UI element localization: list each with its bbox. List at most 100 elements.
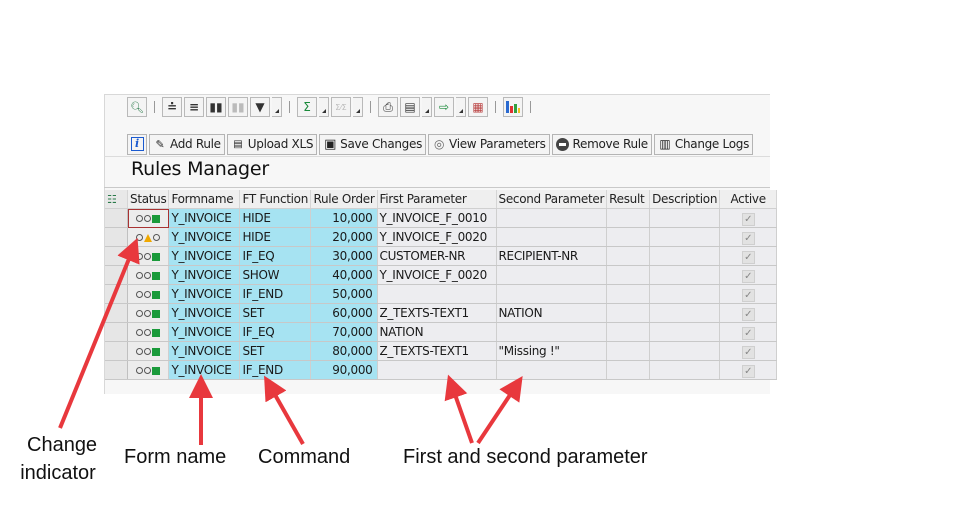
details-button[interactable]: 🔍︎ bbox=[127, 97, 147, 117]
second-parameter-cell[interactable]: RECIPIENT-NR bbox=[496, 246, 608, 266]
active-checkbox[interactable]: ✓ bbox=[741, 212, 755, 226]
rule-order-cell[interactable]: 30,000 bbox=[310, 246, 378, 266]
find-next-button[interactable]: ▮▮ bbox=[228, 97, 248, 117]
formname-cell[interactable]: Y_INVOICE bbox=[168, 208, 241, 228]
first-parameter-cell[interactable]: Y_INVOICE_F_0020 bbox=[377, 265, 497, 285]
col-status[interactable]: Status bbox=[127, 190, 170, 209]
second-parameter-cell[interactable] bbox=[496, 322, 608, 342]
rule-order-cell[interactable]: 90,000 bbox=[310, 360, 378, 380]
formname-cell[interactable]: Y_INVOICE bbox=[168, 360, 241, 380]
second-parameter-cell[interactable] bbox=[496, 265, 608, 285]
second-parameter-cell[interactable]: NATION bbox=[496, 303, 608, 323]
graphic-button[interactable] bbox=[503, 97, 523, 117]
sort-descending-button[interactable]: ≡ bbox=[184, 97, 204, 117]
second-parameter-cell[interactable]: "Missing !" bbox=[496, 341, 608, 361]
active-checkbox[interactable]: ✓ bbox=[741, 269, 755, 283]
formname-cell[interactable]: Y_INVOICE bbox=[168, 265, 241, 285]
sum-dropdown[interactable] bbox=[319, 97, 329, 117]
active-checkbox[interactable]: ✓ bbox=[741, 345, 755, 359]
col-rule-order[interactable]: Rule Order bbox=[310, 190, 378, 209]
description-cell[interactable] bbox=[649, 265, 721, 285]
rule-order-cell[interactable]: 20,000 bbox=[310, 227, 378, 247]
filter-button[interactable]: ▼ bbox=[250, 97, 270, 117]
layout-button[interactable]: ▦ bbox=[468, 97, 488, 117]
result-cell[interactable] bbox=[606, 265, 651, 285]
description-cell[interactable] bbox=[649, 360, 721, 380]
table-row[interactable]: Y_INVOICE IF_EQ 30,000 CUSTOMER-NR RECIPIENT… bbox=[105, 246, 778, 266]
view-parameters-button[interactable]: ◎ View Parameters bbox=[428, 133, 550, 155]
rule-order-cell[interactable]: 40,000 bbox=[310, 265, 378, 285]
formname-cell[interactable]: Y_INVOICE bbox=[168, 303, 241, 323]
result-cell[interactable] bbox=[606, 246, 651, 266]
rule-order-cell[interactable]: 60,000 bbox=[310, 303, 378, 323]
formname-cell[interactable]: Y_INVOICE bbox=[168, 322, 241, 342]
filter-dropdown[interactable] bbox=[272, 97, 282, 117]
table-row[interactable]: Y_INVOICE IF_END 50,000 ✓ bbox=[105, 284, 778, 304]
function-cell[interactable]: IF_END bbox=[239, 284, 312, 304]
first-parameter-cell[interactable]: Y_INVOICE_F_0020 bbox=[377, 227, 497, 247]
col-ft-function[interactable]: FT Function bbox=[239, 190, 312, 209]
row-selector[interactable] bbox=[105, 303, 128, 323]
first-parameter-cell[interactable]: Y_INVOICE_F_0010 bbox=[377, 208, 497, 228]
first-parameter-cell[interactable] bbox=[377, 360, 497, 380]
function-cell[interactable]: HIDE bbox=[239, 208, 312, 228]
row-selector[interactable] bbox=[105, 284, 128, 304]
table-row[interactable]: Y_INVOICE HIDE 20,000 Y_INVOICE_F_0020 ✓ bbox=[105, 227, 778, 247]
formname-cell[interactable]: Y_INVOICE bbox=[168, 227, 241, 247]
result-cell[interactable] bbox=[606, 284, 651, 304]
subtotal-dropdown[interactable] bbox=[353, 97, 363, 117]
function-cell[interactable]: SET bbox=[239, 303, 312, 323]
table-row[interactable]: Y_INVOICE IF_EQ 70,000 NATION ✓ bbox=[105, 322, 778, 342]
save-changes-button[interactable]: ▣ Save Changes bbox=[319, 133, 427, 155]
first-parameter-cell[interactable]: Z_TEXTS-TEXT1 bbox=[377, 303, 497, 323]
row-selector[interactable] bbox=[105, 341, 128, 361]
active-checkbox[interactable]: ✓ bbox=[741, 231, 755, 245]
sum-button[interactable]: Σ bbox=[297, 97, 317, 117]
change-logs-button[interactable]: ▥ Change Logs bbox=[653, 133, 754, 155]
function-cell[interactable]: SET bbox=[239, 341, 312, 361]
rule-order-cell[interactable]: 80,000 bbox=[310, 341, 378, 361]
result-cell[interactable] bbox=[606, 227, 651, 247]
description-cell[interactable] bbox=[649, 341, 721, 361]
sort-ascending-button[interactable]: ≐ bbox=[162, 97, 182, 117]
remove-rule-button[interactable]: Remove Rule bbox=[551, 133, 652, 155]
result-cell[interactable] bbox=[606, 322, 651, 342]
description-cell[interactable] bbox=[649, 284, 721, 304]
export-button[interactable]: ⇨ bbox=[434, 97, 454, 117]
table-row[interactable]: Y_INVOICE HIDE 10,000 Y_INVOICE_F_0010 ✓ bbox=[105, 208, 778, 228]
formname-cell[interactable]: Y_INVOICE bbox=[168, 341, 241, 361]
function-cell[interactable]: IF_EQ bbox=[239, 322, 312, 342]
col-formname[interactable]: Formname bbox=[168, 190, 241, 209]
description-cell[interactable] bbox=[649, 227, 721, 247]
active-checkbox[interactable]: ✓ bbox=[741, 326, 755, 340]
rule-order-cell[interactable]: 10,000 bbox=[310, 208, 378, 228]
active-checkbox[interactable]: ✓ bbox=[741, 288, 755, 302]
views-button[interactable]: ▤ bbox=[400, 97, 420, 117]
table-row[interactable]: Y_INVOICE IF_END 90,000 ✓ bbox=[105, 360, 778, 380]
rule-order-cell[interactable]: 50,000 bbox=[310, 284, 378, 304]
description-cell[interactable] bbox=[649, 246, 721, 266]
col-second-parameter[interactable]: Second Parameter bbox=[496, 190, 608, 209]
result-cell[interactable] bbox=[606, 360, 651, 380]
col-description[interactable]: Description bbox=[649, 190, 721, 209]
first-parameter-cell[interactable]: CUSTOMER-NR bbox=[377, 246, 497, 266]
active-checkbox[interactable]: ✓ bbox=[741, 307, 755, 321]
description-cell[interactable] bbox=[649, 322, 721, 342]
export-dropdown[interactable] bbox=[456, 97, 466, 117]
function-cell[interactable]: IF_END bbox=[239, 360, 312, 380]
description-cell[interactable] bbox=[649, 208, 721, 228]
first-parameter-cell[interactable]: NATION bbox=[377, 322, 497, 342]
active-checkbox[interactable]: ✓ bbox=[741, 250, 755, 264]
second-parameter-cell[interactable] bbox=[496, 208, 608, 228]
col-active[interactable]: Active bbox=[719, 190, 778, 209]
formname-cell[interactable]: Y_INVOICE bbox=[168, 246, 241, 266]
views-dropdown[interactable] bbox=[422, 97, 432, 117]
row-selector[interactable] bbox=[105, 208, 128, 228]
row-selector[interactable] bbox=[105, 322, 128, 342]
function-cell[interactable]: HIDE bbox=[239, 227, 312, 247]
col-result[interactable]: Result bbox=[606, 190, 651, 209]
table-row[interactable]: Y_INVOICE SHOW 40,000 Y_INVOICE_F_0020 ✓ bbox=[105, 265, 778, 285]
select-all-button[interactable]: ☷ bbox=[105, 190, 128, 209]
description-cell[interactable] bbox=[649, 303, 721, 323]
first-parameter-cell[interactable]: Z_TEXTS-TEXT1 bbox=[377, 341, 497, 361]
